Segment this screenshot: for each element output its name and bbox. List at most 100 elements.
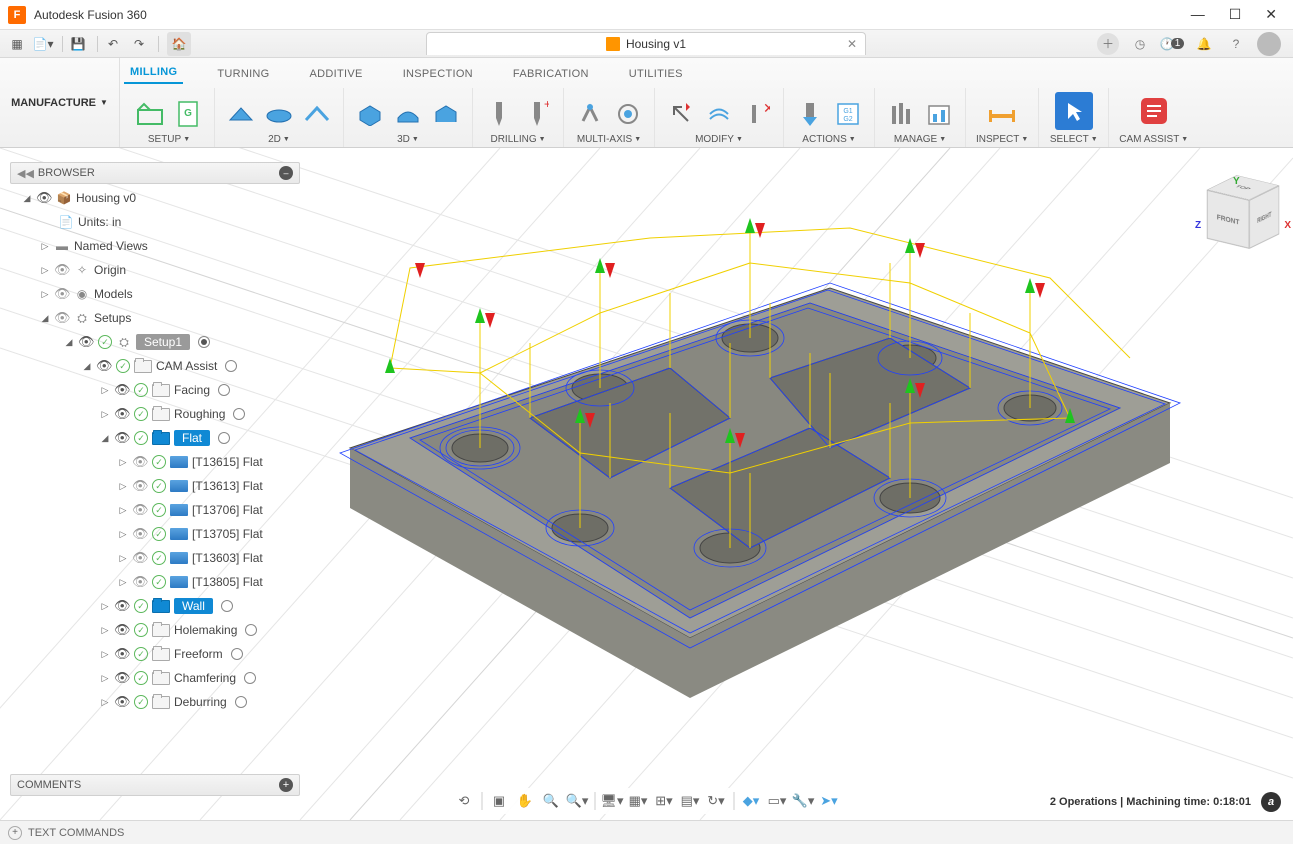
browser-options-button[interactable]: – [279, 166, 293, 180]
modify-label[interactable]: MODIFY▼ [695, 134, 743, 147]
tree-freeform[interactable]: ▷👁✓Freeform [10, 642, 310, 666]
multiaxis-icon-2[interactable] [612, 98, 644, 130]
tree-flat-op-5[interactable]: ▷👁✓[T13805] Flat [10, 570, 310, 594]
3d-icon-2[interactable] [392, 98, 424, 130]
pan-button[interactable]: ✋ [513, 790, 537, 812]
inspect-label[interactable]: INSPECT▼ [976, 134, 1028, 147]
minimize-button[interactable]: — [1191, 6, 1205, 23]
tree-flat-op-1[interactable]: ▷👁✓[T13613] Flat [10, 474, 310, 498]
tree-deburring[interactable]: ▷👁✓Deburring [10, 690, 310, 714]
workspace-switcher[interactable]: MANUFACTURE▼ [0, 58, 120, 147]
display-settings-button[interactable]: 🖥▾ [600, 790, 624, 812]
tree-facing[interactable]: ▷👁✓Facing [10, 378, 310, 402]
tree-origin[interactable]: ▷👁✧Origin [10, 258, 310, 282]
drilling-label[interactable]: DRILLING▼ [490, 134, 545, 147]
tree-flat-op-0[interactable]: ▷👁✓[T13615] Flat [10, 450, 310, 474]
drill-icon-1[interactable] [483, 98, 515, 130]
tree-roughing[interactable]: ▷👁✓Roughing [10, 402, 310, 426]
nc-program-icon[interactable]: G [172, 98, 204, 130]
data-panel-button[interactable]: ▦ [6, 33, 28, 55]
tree-flat[interactable]: ◢👁✓Flat [10, 426, 310, 450]
tree-chamfering[interactable]: ▷👁✓Chamfering [10, 666, 310, 690]
view-button[interactable]: ▭▾ [765, 790, 789, 812]
redo-button[interactable]: ↷ [128, 33, 150, 55]
tree-setup1[interactable]: ◢👁✓⛭Setup1 [10, 330, 310, 354]
new-tab-button[interactable]: ＋ [1097, 33, 1119, 55]
browser-panel-header[interactable]: ◀◀ BROWSER – [10, 162, 300, 184]
undo-button[interactable]: ↶ [102, 33, 124, 55]
file-menu-button[interactable]: 📄▾ [32, 33, 54, 55]
add-comment-button[interactable]: + [279, 778, 293, 792]
2d-icon-1[interactable] [225, 98, 257, 130]
save-button[interactable]: 💾 [67, 33, 89, 55]
camassist-icon[interactable] [1135, 92, 1173, 130]
2d-label[interactable]: 2D▼ [268, 134, 290, 147]
text-commands-bar[interactable]: + TEXT COMMANDS [0, 820, 1293, 844]
viewport-canvas[interactable]: TOP FRONT RIGHT Y Z X ◀◀ BROWSER – ◢👁📦Ho… [0, 148, 1293, 820]
snap-button[interactable]: ⊞▾ [652, 790, 676, 812]
3d-icon-1[interactable] [354, 98, 386, 130]
tree-units[interactable]: 📄Units: in [10, 210, 310, 234]
modify-icon-2[interactable] [703, 98, 735, 130]
tab-milling[interactable]: MILLING [124, 62, 183, 84]
view-cube[interactable]: TOP FRONT RIGHT Y Z X [1211, 180, 1277, 246]
2d-icon-2[interactable] [263, 98, 295, 130]
tree-named-views[interactable]: ▷▬Named Views [10, 234, 310, 258]
maximize-button[interactable]: ☐ [1229, 6, 1242, 23]
tab-turning[interactable]: TURNING [211, 64, 275, 84]
multiaxis-icon-1[interactable] [574, 98, 606, 130]
tool-disp-button[interactable]: 🔧▾ [791, 790, 815, 812]
fit-button[interactable]: 🔍▾ [565, 790, 589, 812]
tree-models[interactable]: ▷👁◉Models [10, 282, 310, 306]
viewports-button[interactable]: ▤▾ [678, 790, 702, 812]
look-at-button[interactable]: ▣ [487, 790, 511, 812]
notifications-button[interactable]: 🔔 [1193, 33, 1215, 55]
actions-icon-2[interactable]: G1G2 [832, 98, 864, 130]
manage-icon-2[interactable] [923, 98, 955, 130]
job-status-button[interactable]: 🕐1 [1161, 33, 1183, 55]
actions-icon-1[interactable] [794, 98, 826, 130]
tab-additive[interactable]: ADDITIVE [304, 64, 369, 84]
extensions-button[interactable]: ◷ [1129, 33, 1151, 55]
setup-label[interactable]: SETUP▼ [148, 134, 190, 147]
actions-label[interactable]: ACTIONS▼ [802, 134, 855, 147]
tree-setups[interactable]: ◢👁⛭Setups [10, 306, 310, 330]
drill-icon-2[interactable]: + [521, 98, 553, 130]
zoom-button[interactable]: 🔍 [539, 790, 563, 812]
tree-flat-op-4[interactable]: ▷👁✓[T13603] Flat [10, 546, 310, 570]
close-tab-button[interactable]: ✕ [847, 37, 857, 51]
tab-fabrication[interactable]: FABRICATION [507, 64, 595, 84]
tree-flat-op-2[interactable]: ▷👁✓[T13706] Flat [10, 498, 310, 522]
orbit-button[interactable]: ⟲ [452, 790, 476, 812]
home-button[interactable]: 🏠 [167, 32, 191, 56]
setup-folder-icon[interactable] [134, 98, 166, 130]
tree-root[interactable]: ◢👁📦Housing v0 [10, 186, 310, 210]
modify-icon-3[interactable]: ✕ [741, 98, 773, 130]
manage-icon-1[interactable] [885, 98, 917, 130]
document-tab[interactable]: Housing v1 ✕ [426, 32, 866, 55]
manage-label[interactable]: MANAGE▼ [894, 134, 946, 147]
sim-button[interactable]: ➤▾ [817, 790, 841, 812]
inspect-icon[interactable] [983, 92, 1021, 130]
camassist-label[interactable]: CAM ASSIST▼ [1119, 134, 1188, 147]
collapse-browser-icon[interactable]: ◀◀ [17, 167, 34, 180]
tree-holemaking[interactable]: ▷👁✓Holemaking [10, 618, 310, 642]
select-icon[interactable] [1055, 92, 1093, 130]
3d-label[interactable]: 3D▼ [397, 134, 419, 147]
tree-wall[interactable]: ▷👁✓Wall [10, 594, 310, 618]
tab-utilities[interactable]: UTILITIES [623, 64, 689, 84]
2d-icon-3[interactable] [301, 98, 333, 130]
help-button[interactable]: ? [1225, 33, 1247, 55]
comments-panel-header[interactable]: COMMENTS + [10, 774, 300, 796]
select-label[interactable]: SELECT▼ [1050, 134, 1098, 147]
3d-icon-3[interactable] [430, 98, 462, 130]
expand-text-commands-button[interactable]: + [8, 826, 22, 840]
tree-flat-op-3[interactable]: ▷👁✓[T13705] Flat [10, 522, 310, 546]
tab-inspection[interactable]: INSPECTION [397, 64, 479, 84]
tree-camassist[interactable]: ◢👁✓CAM Assist [10, 354, 310, 378]
autodesk-logo-icon[interactable]: a [1261, 792, 1281, 812]
close-button[interactable]: ✕ [1265, 6, 1277, 23]
user-avatar[interactable] [1257, 32, 1281, 56]
refresh-button[interactable]: ↻▾ [704, 790, 728, 812]
grid-settings-button[interactable]: ▦▾ [626, 790, 650, 812]
